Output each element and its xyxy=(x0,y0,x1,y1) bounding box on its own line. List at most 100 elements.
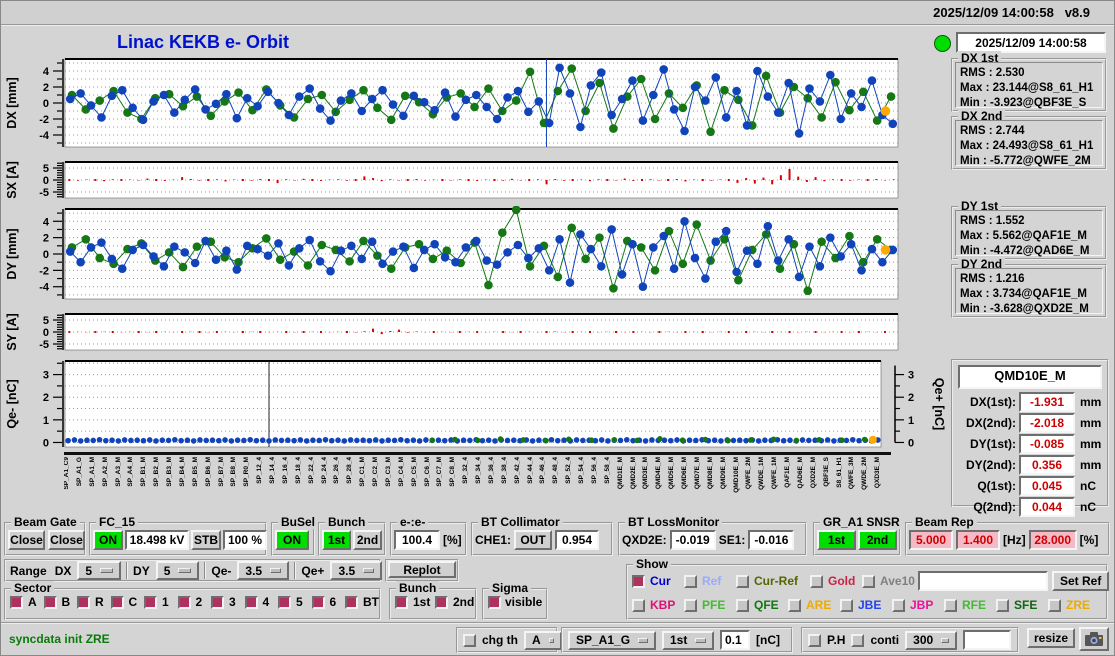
threshold-input[interactable] xyxy=(720,630,750,650)
sector-checkbox-6[interactable] xyxy=(311,595,325,609)
busel-on-button[interactable]: ON xyxy=(275,530,309,550)
camera-icon xyxy=(1085,632,1103,646)
bpm-name-axis: SP_A1_C9 SP_A1_G SP_A1_M SP_A2_M SP_A3_M SP_A… xyxy=(64,452,891,515)
show-label: PFE xyxy=(702,598,726,612)
dy-orbit-plot: -4 -2 0 2 4 DY [mm] xyxy=(1,206,946,302)
ph-checkbox[interactable] xyxy=(808,633,821,647)
range-dx-select[interactable]: 5 xyxy=(77,561,122,580)
show-checkbox-rfe[interactable] xyxy=(944,598,957,612)
svg-text:Qe- [nC]: Qe- [nC] xyxy=(5,379,19,428)
chg-th-checkbox[interactable] xyxy=(463,633,476,647)
show-checkbox-zre[interactable] xyxy=(1048,598,1061,612)
bpm-label: SP_56_4 xyxy=(590,457,598,484)
show-item: QFE xyxy=(736,598,788,612)
bpm-label: SP_14_4 xyxy=(269,457,276,484)
show-label: Cur-Ref xyxy=(754,574,798,588)
range-qe-minus-select[interactable]: 3.5 xyxy=(237,561,290,580)
show-label: Ave10 xyxy=(880,574,915,588)
range-dy-select[interactable]: 5 xyxy=(155,561,200,580)
bt-lossmonitor-group: BT LossMonitor QXD2E: -0.019 SE1: -0.016 xyxy=(618,515,807,556)
bunch-2nd-button[interactable]: 2nd xyxy=(353,530,382,550)
monitor-row-value: 0.356 xyxy=(1019,455,1075,475)
points-select[interactable]: 300 xyxy=(905,630,958,650)
show-checkbox-pfe[interactable] xyxy=(684,598,697,612)
bpm-label: SP_24_4 xyxy=(320,457,328,484)
sector-checkbox-bt[interactable] xyxy=(345,595,358,609)
bpm-label: QAD6E_M xyxy=(796,457,804,489)
resize-button[interactable]: resize xyxy=(1027,628,1075,648)
bunch-label: 1st xyxy=(413,595,431,609)
show-checkbox-gold[interactable] xyxy=(810,574,823,588)
gr-a1-1st-button[interactable]: 1st xyxy=(817,530,856,550)
bpm-label: QMD4E_M xyxy=(655,457,663,490)
titlebar-datetime: 2025/12/09 14:00:58 xyxy=(933,5,1054,20)
bunch-1st-button[interactable]: 1st xyxy=(322,530,351,550)
ref-file-input[interactable] xyxy=(918,571,1048,591)
show-checkbox-kbp[interactable] xyxy=(632,598,645,612)
show-checkbox-ref[interactable] xyxy=(684,574,697,588)
sector-checkbox-r[interactable] xyxy=(77,595,90,609)
show-checkbox-jbe[interactable] xyxy=(840,598,853,612)
option-menu-icon xyxy=(548,637,554,643)
fc15-stb-button[interactable]: STB xyxy=(191,530,221,550)
show-item: ARE xyxy=(788,598,840,612)
show-checkbox-qfe[interactable] xyxy=(736,598,749,612)
chg-th-select[interactable]: A xyxy=(524,630,562,650)
bunch-checkbox-2nd[interactable] xyxy=(435,595,448,609)
sector-checkbox-3[interactable] xyxy=(211,595,224,609)
bunch-checkbox-1st[interactable] xyxy=(395,595,408,609)
replot-button[interactable]: Replot xyxy=(388,561,456,578)
show-checkbox-sfe[interactable] xyxy=(996,598,1009,612)
sector-item: 5 xyxy=(278,595,312,609)
show-group: Show Cur Ref Cur-Ref Gold Ave10 Set Ref KBP P… xyxy=(626,557,1110,620)
screenshot-button[interactable] xyxy=(1079,627,1109,651)
sigma-visible-checkbox[interactable] xyxy=(488,595,501,609)
sector-checkbox-c[interactable] xyxy=(110,595,124,609)
sector-label: R xyxy=(95,595,104,609)
conti-checkbox[interactable] xyxy=(851,633,865,647)
bpm-label: SP_R0_M xyxy=(243,457,251,487)
show-checkbox-are[interactable] xyxy=(788,598,801,612)
gr-a1-2nd-button[interactable]: 2nd xyxy=(858,530,897,550)
free-input[interactable] xyxy=(963,630,1012,650)
set-ref-button[interactable]: Set Ref xyxy=(1052,571,1110,591)
titlebar-datetime-version: 2025/12/09 14:00:58 v8.9 xyxy=(933,5,1090,20)
sector-checkbox-2[interactable] xyxy=(177,595,191,609)
range-qe-plus-select[interactable]: 3.5 xyxy=(330,561,383,580)
beam-gate-close-2-button[interactable]: Close xyxy=(48,530,85,550)
show-checkbox-jbp[interactable] xyxy=(892,598,905,612)
show-item: Ref xyxy=(684,574,736,588)
bunch-checkbox-group: Bunch 1st 2nd xyxy=(389,581,477,620)
bpm-label: QMD7E_M xyxy=(693,457,701,490)
show-item: KBP xyxy=(632,598,684,612)
sector-checkbox-1[interactable] xyxy=(144,595,157,609)
sector-checkbox-a[interactable] xyxy=(10,595,23,609)
bpm-label: QWFE_3M xyxy=(848,457,856,490)
sector-checkbox-b[interactable] xyxy=(43,595,57,609)
show-label: JBP xyxy=(910,598,934,612)
fc15-on-button[interactable]: ON xyxy=(93,530,123,550)
sector-checkbox-5[interactable] xyxy=(278,595,291,609)
rms-value: 1.216 xyxy=(995,273,1025,285)
sp-bunch-select[interactable]: 1st xyxy=(662,630,714,650)
sector-checkbox-4[interactable] xyxy=(244,595,258,609)
sp-name-select[interactable]: SP_A1_G xyxy=(568,630,656,650)
show-item: Ave10 xyxy=(862,574,915,588)
dx-orbit-plot: -4 -2 0 2 4 DX [mm] xyxy=(1,56,946,150)
che1-out-button[interactable]: OUT xyxy=(514,530,553,550)
sector-label: 5 xyxy=(296,595,303,609)
chg-th-label: chg th xyxy=(482,633,518,647)
beam-gate-close-1-button[interactable]: Close xyxy=(8,530,45,550)
svg-text:-2: -2 xyxy=(39,265,49,277)
show-checkbox-cur[interactable] xyxy=(632,574,645,588)
monitor-row-value: -2.018 xyxy=(1019,413,1075,433)
svg-text:2: 2 xyxy=(43,392,49,404)
monitor-row-value: 0.045 xyxy=(1019,476,1075,496)
show-item: Gold xyxy=(810,574,862,588)
bpm-label: SP_C5_M xyxy=(410,457,418,487)
show-checkbox-ave10[interactable] xyxy=(862,574,875,588)
sector-item: C xyxy=(110,595,145,609)
show-checkbox-cur-ref[interactable] xyxy=(736,574,749,588)
monitor-row-label: DY(2nd): xyxy=(966,458,1016,472)
monitor-row-label: DX(1st): xyxy=(969,395,1016,409)
